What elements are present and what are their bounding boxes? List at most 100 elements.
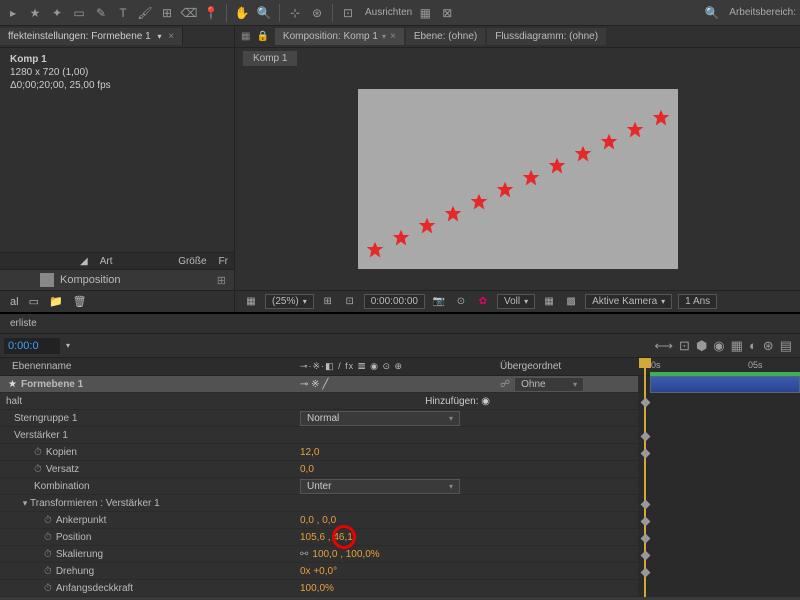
tool-star-icon[interactable]: ★ [26,4,44,22]
tool-world-icon[interactable]: ⊛ [308,4,326,22]
dropdown-icon[interactable]: ▾ [157,32,161,41]
tool-eraser-icon[interactable]: ⌫ [180,4,198,22]
tool-pen-icon[interactable]: ✎ [92,4,110,22]
parent-dropdown[interactable]: Ohne▾ [514,377,584,392]
mask-icon[interactable]: ✿ [475,296,491,307]
col-layername[interactable]: Ebenenname [0,361,300,372]
camera-dropdown[interactable]: Aktive Kamera▾ [585,294,672,309]
tl-tool3-icon[interactable]: ⬢ [696,338,707,354]
stopwatch-icon[interactable]: ⏱ [44,583,52,594]
add-icon[interactable]: ◉ [481,396,490,407]
prop-anfangsdeck[interactable]: ⏱Anfangsdeckkraft 100,0% [0,580,638,597]
tl-tool2-icon[interactable]: ⊡ [679,338,690,354]
dropdown-icon[interactable]: ▾ [382,32,386,41]
tool-light-icon[interactable]: ✦ [48,4,66,22]
keyframe-icon[interactable] [641,398,651,408]
prop-versatz[interactable]: ⏱Versatz 0,0 [0,461,638,478]
label-swatch-icon[interactable]: ◢ [80,256,88,267]
dropdown-icon[interactable]: ▾ [66,341,70,350]
stopwatch-icon[interactable]: ⏱ [44,515,52,526]
col-fr[interactable]: Fr [213,256,234,267]
stopwatch-icon[interactable]: ⏱ [44,566,52,577]
lock-icon[interactable]: 🔒 [256,31,268,42]
folder-icon[interactable]: 📁 [49,295,63,308]
effects-tab[interactable]: ffekteinstellungen: Formebene 1 ▾ × [0,28,183,45]
channel-icon[interactable]: ⊙ [453,296,469,307]
col-size[interactable]: Größe [172,256,212,267]
prop-ankerpunkt[interactable]: ⏱Ankerpunkt 0,0 , 0,0 [0,512,638,529]
stopwatch-icon[interactable]: ⏱ [44,549,52,560]
tl-tool5-icon[interactable]: ▦ [731,338,743,354]
prop-halt[interactable]: halt Hinzufügen: ◉ [0,393,638,410]
grid-icon[interactable]: ▦ [243,296,259,307]
layer-bar[interactable] [650,376,800,393]
tl-tool4-icon[interactable]: ◉ [713,338,724,354]
keyframe-icon[interactable] [641,551,651,561]
prop-kombination[interactable]: Kombination Unter▾ [0,478,638,495]
timeline-tab[interactable]: erliste [0,315,47,332]
views-dropdown[interactable]: 1 Ans [678,294,717,309]
tool-zoom-icon[interactable]: 🔍 [255,4,273,22]
tool-misc2-icon[interactable]: ⊠ [438,4,456,22]
zoom-dropdown[interactable]: (25%)▾ [265,294,314,309]
kombi-dropdown[interactable]: Unter▾ [300,479,460,494]
tl-tool8-icon[interactable]: ▤ [780,338,792,354]
timecode-display[interactable]: 0:00:00:00 [364,294,425,309]
twirl-icon[interactable]: ▾ [20,498,30,509]
tool-al-icon[interactable]: al [10,296,19,308]
tl-tool6-icon[interactable]: ◐ [749,338,757,354]
tool-rect-icon[interactable]: ▭ [70,4,88,22]
link-icon[interactable]: ☍ [500,379,510,390]
playhead[interactable] [644,358,646,597]
col-parent[interactable]: Übergeordnet [500,361,638,372]
tl-tool7-icon[interactable]: ⊛ [763,338,774,354]
prop-verstaerker[interactable]: Verstärker 1 [0,427,638,444]
prop-drehung[interactable]: ⏱Drehung 0x +0,0° [0,563,638,580]
tool-text-icon[interactable]: T [114,4,132,22]
keyframe-icon[interactable] [641,432,651,442]
grid-icon[interactable]: ▦ [241,31,250,42]
keyframe-icon[interactable] [641,500,651,510]
trash-icon[interactable]: 🗑 [73,295,87,308]
search-icon[interactable]: 🔍 [703,4,721,22]
tool-selection-icon[interactable]: ▸ [4,4,22,22]
roi-icon[interactable]: ▦ [541,296,557,307]
stopwatch-icon[interactable]: ⏱ [34,447,42,458]
stopwatch-icon[interactable]: ⏱ [44,532,52,543]
tool-snap-icon[interactable]: ⊡ [339,4,357,22]
constrain-icon[interactable]: ⚯ [300,549,308,560]
layer-row[interactable]: ★Formebene 1 ⊸ ※ ╱ ☍Ohne▾ [0,376,638,393]
breadcrumb-chip[interactable]: Komp 1 [243,51,297,66]
composition-viewer[interactable] [235,68,800,290]
keyframe-icon[interactable] [641,517,651,527]
bin-icon[interactable]: ▭ [29,295,39,308]
tl-tool1-icon[interactable]: ⟷ [654,338,673,354]
timeline-tracks[interactable]: 00s 05s [638,358,800,597]
guides-icon[interactable]: ⊡ [342,296,358,307]
current-time[interactable]: 0:00:0 [4,338,60,354]
flowchart-icon[interactable]: ⊞ [217,274,226,287]
prop-transform[interactable]: ▾Transformieren : Verstärker 1 [0,495,638,512]
prop-skalierung[interactable]: ⏱Skalierung ⚯100,0 , 100,0% [0,546,638,563]
tool-stamp-icon[interactable]: ⊞ [158,4,176,22]
keyframe-icon[interactable] [641,568,651,578]
tab-layer[interactable]: Ebene: (ohne) [406,28,485,45]
keyframe-icon[interactable] [641,449,651,459]
tab-composition[interactable]: Komposition: Komp 1▾ × [275,28,404,45]
project-item[interactable]: Komposition ⊞ [0,270,234,290]
tool-hand-icon[interactable]: ✋ [233,4,251,22]
mode-dropdown[interactable]: Normal▾ [300,411,460,426]
prop-sterngruppe[interactable]: Sterngruppe 1 Normal▾ [0,410,638,427]
col-art[interactable]: Art [94,256,173,267]
tool-pin-icon[interactable]: 📍 [202,4,220,22]
close-icon[interactable]: × [390,31,396,42]
stopwatch-icon[interactable]: ⏱ [34,464,42,475]
tool-brush-icon[interactable]: 🖌 [136,4,154,22]
prop-kopien[interactable]: ⏱Kopien 12,0 [0,444,638,461]
tool-axis-icon[interactable]: ⊹ [286,4,304,22]
tool-misc1-icon[interactable]: ▦ [416,4,434,22]
res-icon[interactable]: ⊞ [320,296,336,307]
resolution-dropdown[interactable]: Voll▾ [497,294,535,309]
tab-flowchart[interactable]: Flussdiagramm: (ohne) [487,28,606,45]
prop-position[interactable]: ⏱Position 105,6 , 46,1 [0,529,638,546]
